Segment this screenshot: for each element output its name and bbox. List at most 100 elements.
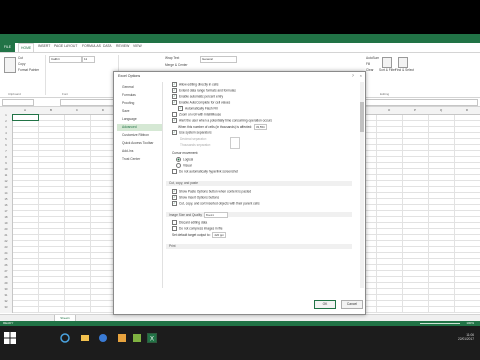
row-header[interactable]: 33 [0, 306, 12, 309]
format-painter-button[interactable]: Format Painter [18, 68, 39, 72]
row-header[interactable]: 15 [0, 198, 12, 201]
option-row[interactable]: ✓ Enable AutoComplete for cell values [172, 100, 230, 105]
row-header[interactable]: 23 [0, 246, 12, 249]
option-row[interactable]: Visual [176, 163, 192, 168]
media-icon[interactable] [98, 333, 108, 343]
checkbox-checked[interactable]: ✓ [172, 130, 177, 135]
option-row[interactable]: ✓ Show Insert Options buttons [172, 195, 219, 200]
ok-button[interactable]: OK [314, 300, 336, 309]
scroll-thumb[interactable] [360, 102, 364, 132]
column-header[interactable]: Q [428, 108, 454, 112]
nav-save[interactable]: Save [117, 108, 162, 115]
radio-unselected[interactable] [176, 163, 181, 168]
row-header[interactable]: 4 [0, 132, 12, 135]
row-header[interactable]: 1 [0, 114, 12, 117]
row-header[interactable]: 31 [0, 294, 12, 297]
copy-button[interactable]: Copy [18, 62, 25, 66]
row-header[interactable]: 27 [0, 270, 12, 273]
tab-page-layout[interactable]: PAGE LAYOUT [54, 44, 77, 48]
row-header[interactable]: 8 [0, 156, 12, 159]
option-row[interactable]: Do not automatically hyperlink screensho… [172, 169, 238, 174]
nav-add-ins[interactable]: Add-Ins [117, 148, 162, 155]
wrap-text-button[interactable]: Wrap Text [165, 56, 179, 60]
checkbox-unchecked[interactable] [172, 169, 177, 174]
font-name-box[interactable]: Calibri [49, 56, 82, 63]
row-header[interactable]: 30 [0, 288, 12, 291]
nav-proofing[interactable]: Proofing [117, 100, 162, 107]
checkbox-unchecked[interactable] [172, 112, 177, 117]
row-header[interactable]: 29 [0, 282, 12, 285]
option-row[interactable]: ✓ Alert the user when a potentially time … [172, 118, 272, 123]
fill-button[interactable]: Fill [366, 62, 370, 66]
option-row[interactable]: Do not compress images in file [172, 226, 223, 231]
tab-review[interactable]: REVIEW [116, 44, 129, 48]
nav-advanced[interactable]: Advanced [117, 124, 162, 131]
paste-icon[interactable] [4, 57, 16, 73]
internet-explorer-icon[interactable] [60, 333, 70, 343]
tab-view[interactable]: VIEW [133, 44, 142, 48]
row-header[interactable]: 26 [0, 264, 12, 267]
row-header[interactable]: 25 [0, 258, 12, 261]
row-header[interactable]: 18 [0, 216, 12, 219]
cancel-button[interactable]: Cancel [341, 300, 363, 309]
row-header[interactable]: 32 [0, 300, 12, 303]
row-header[interactable]: 7 [0, 150, 12, 153]
column-header[interactable]: P [402, 108, 428, 112]
options-scrollbar[interactable] [360, 82, 364, 288]
column-header[interactable]: A [12, 108, 38, 112]
checkbox-unchecked[interactable] [172, 220, 177, 225]
help-icon[interactable]: ? [352, 73, 354, 78]
tab-formulas[interactable]: FORMULAS [82, 44, 101, 48]
row-header[interactable]: 22 [0, 240, 12, 243]
number-format-box[interactable]: General [200, 56, 237, 63]
radio-selected[interactable] [176, 157, 181, 162]
tab-data[interactable]: DATA [103, 44, 112, 48]
autosum-button[interactable]: AutoSum [366, 56, 379, 60]
checkbox-checked[interactable]: ✓ [172, 100, 177, 105]
nav-formulas[interactable]: Formulas [117, 92, 162, 99]
app-icon[interactable] [132, 333, 142, 343]
option-row[interactable]: Discard editing data [172, 220, 207, 225]
option-row[interactable]: Logical [176, 157, 193, 162]
row-header[interactable]: 6 [0, 144, 12, 147]
option-row[interactable]: ✓ Allow editing directly in cells [172, 82, 219, 87]
row-header[interactable]: 19 [0, 222, 12, 225]
cells-threshold-input[interactable]: 33,554 [254, 124, 267, 130]
checkbox-checked[interactable]: ✓ [172, 195, 177, 200]
ppi-select[interactable]: 220 ppi [212, 232, 226, 238]
cut-button[interactable]: Cut [18, 56, 23, 60]
nav-customize-ribbon[interactable]: Customize Ribbon [117, 132, 162, 139]
merge-center-button[interactable]: Merge & Center [165, 63, 188, 67]
column-header[interactable]: C [64, 108, 90, 112]
row-header[interactable]: 12 [0, 180, 12, 183]
option-row[interactable]: ✓ Extend data range formats and formulas [172, 88, 236, 93]
column-header[interactable]: R [454, 108, 480, 112]
row-header[interactable]: 24 [0, 252, 12, 255]
selected-cell[interactable] [12, 114, 39, 121]
file-explorer-icon[interactable] [80, 333, 90, 343]
excel-icon[interactable]: X [147, 333, 157, 343]
row-header[interactable]: 13 [0, 186, 12, 189]
name-box[interactable] [2, 99, 34, 106]
row-header[interactable]: 21 [0, 234, 12, 237]
checkbox-checked[interactable]: ✓ [172, 189, 177, 194]
windows-start-icon[interactable] [4, 332, 16, 344]
nav-general[interactable]: General [117, 84, 162, 91]
column-header[interactable]: O [376, 108, 402, 112]
zoom-slider[interactable] [420, 323, 460, 324]
option-row[interactable]: Zoom on roll with IntelliMouse [172, 112, 221, 117]
app-icon[interactable] [117, 333, 127, 343]
clock[interactable]: 11:06 22/01/2017 [458, 333, 474, 341]
option-row[interactable]: ✓ Use system separators [172, 130, 212, 135]
checkbox-unchecked[interactable] [172, 226, 177, 231]
row-header[interactable]: 5 [0, 138, 12, 141]
checkbox-checked[interactable]: ✓ [172, 88, 177, 93]
nav-language[interactable]: Language [117, 116, 162, 123]
font-size-box[interactable]: 11 [82, 56, 95, 63]
option-row[interactable]: ✓ Automatically Flash Fill [178, 106, 218, 111]
option-row[interactable]: ✓ Enable automatic percent entry [172, 94, 223, 99]
checkbox-checked[interactable]: ✓ [172, 94, 177, 99]
checkbox-checked[interactable]: ✓ [172, 118, 177, 123]
close-icon[interactable]: × [360, 73, 362, 78]
tab-home[interactable]: HOME [18, 43, 35, 52]
